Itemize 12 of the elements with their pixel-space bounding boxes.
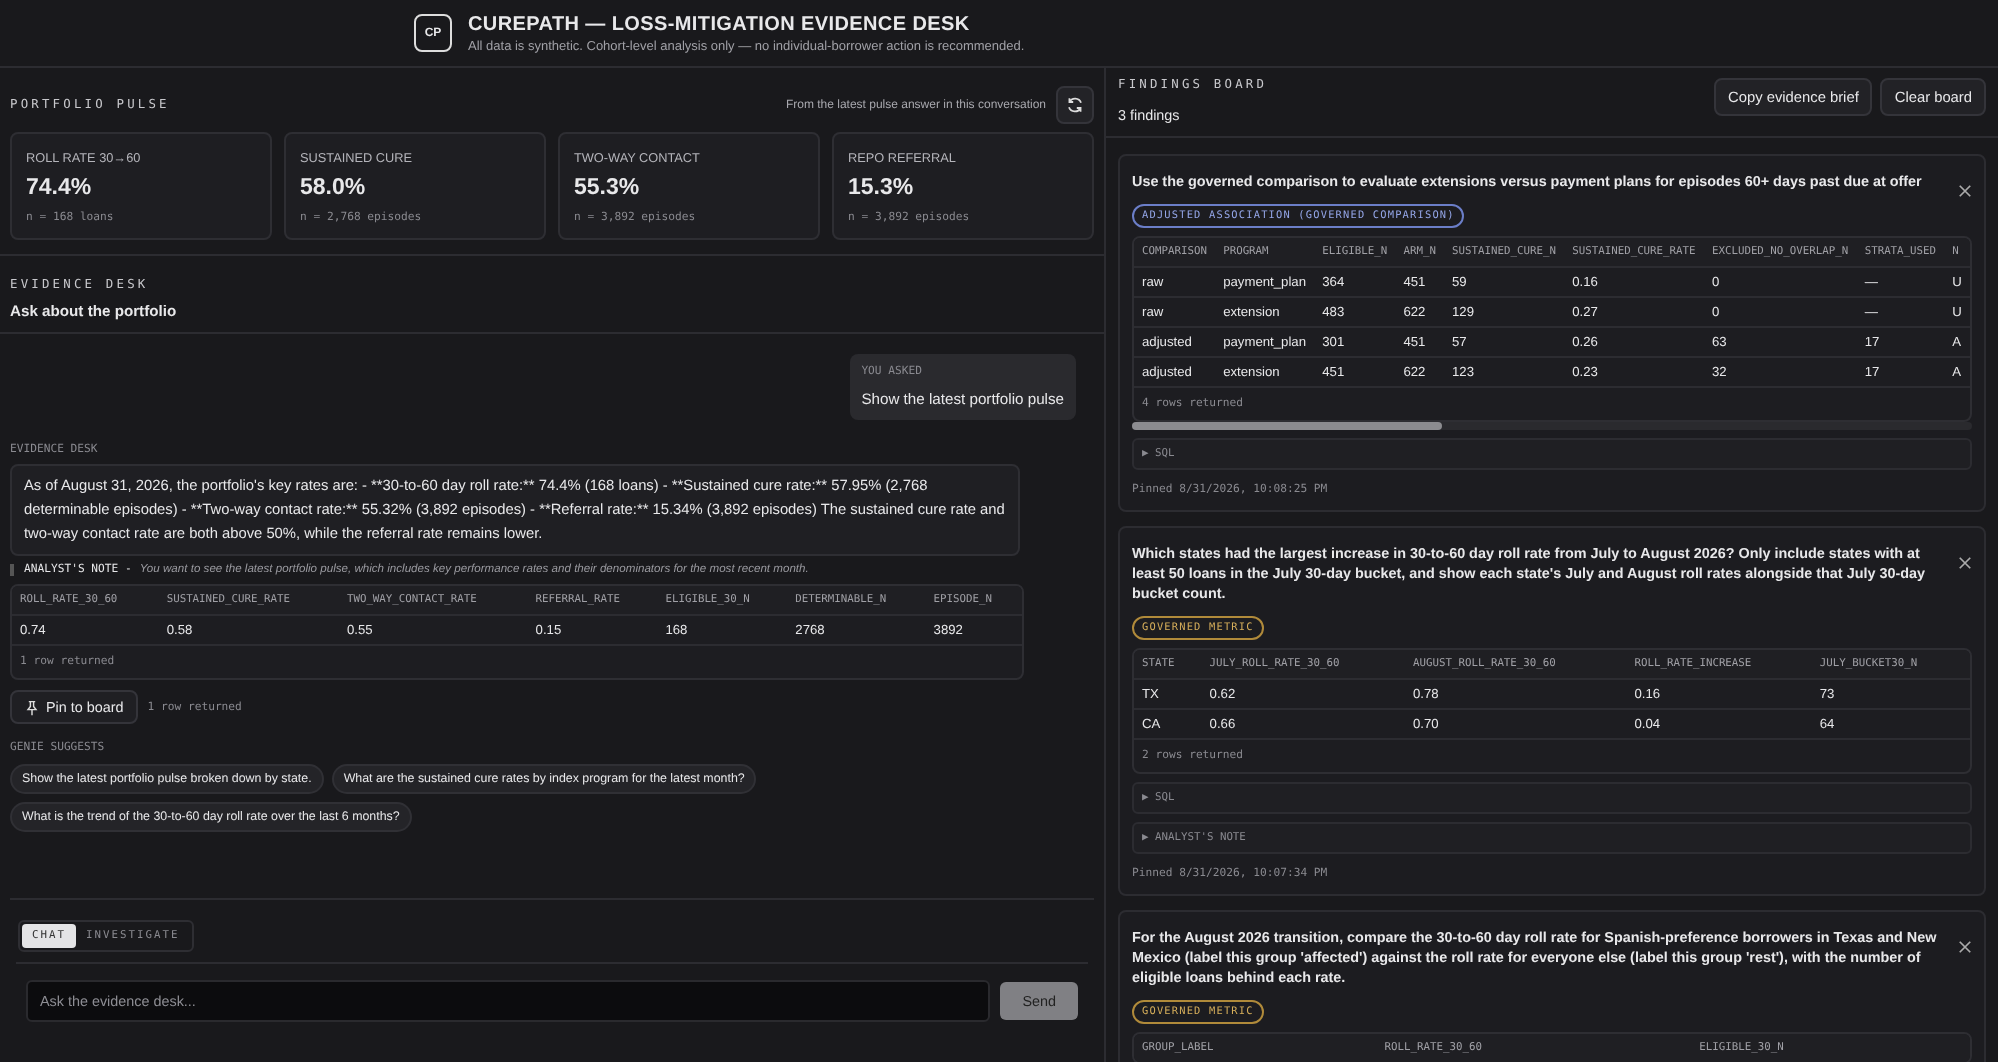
pin-icon xyxy=(24,699,40,715)
close-icon[interactable] xyxy=(1958,556,1972,570)
app-title: CUREPATH — LOSS-MITIGATION EVIDENCE DESK xyxy=(468,13,972,35)
close-icon[interactable] xyxy=(1958,940,1972,954)
scrollbar[interactable] xyxy=(1132,422,1972,430)
refresh-button[interactable] xyxy=(1056,86,1094,124)
metric-value: 58.0% xyxy=(300,176,368,200)
metric-value: 74.4% xyxy=(26,176,94,200)
close-icon[interactable] xyxy=(1958,184,1972,198)
refresh-icon xyxy=(1066,96,1084,114)
metric-value: 15.3% xyxy=(848,176,916,200)
metric-value: 55.3% xyxy=(574,176,642,200)
